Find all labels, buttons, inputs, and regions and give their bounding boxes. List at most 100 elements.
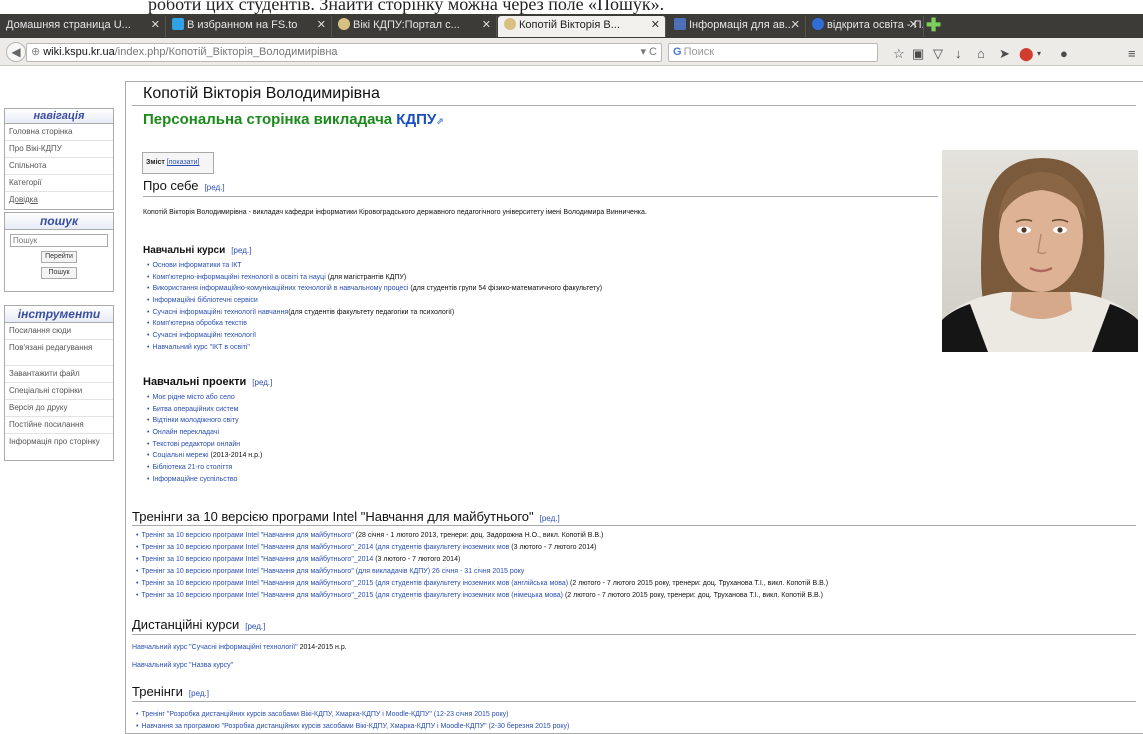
list-item: Тренінг за 10 версією програми Intel "На…: [136, 530, 828, 542]
item-link[interactable]: Битва операційних систем: [152, 406, 238, 413]
table-of-contents: Зміст [показати]: [142, 152, 214, 174]
star-icon[interactable]: ☆: [893, 47, 905, 60]
item-link[interactable]: Тренінг за 10 версією програми Intel "На…: [141, 592, 563, 599]
tools-portlet: інструменти Посилання сюди Пов'язані ред…: [4, 305, 114, 461]
about-paragraph: Копотій Вікторія Володимирівна - виклада…: [143, 209, 647, 216]
item-link[interactable]: Навчання за програмою "Розробка дистанці…: [141, 723, 569, 730]
browser-tab[interactable]: Інформація для ав... ✕: [668, 16, 806, 37]
search-input[interactable]: [10, 234, 108, 247]
sidebar-item-page-info[interactable]: Інформація про сторінку: [5, 434, 113, 460]
sidebar-item-help[interactable]: Довідка: [5, 192, 113, 209]
item-link[interactable]: Тренінг "Розробка дистанційних курсів за…: [141, 711, 508, 718]
edit-link[interactable]: [ред.]: [245, 622, 265, 631]
courses-list: Основи інформатики та ІКТ Комп'ютерно-інф…: [147, 260, 602, 354]
item-link[interactable]: Бібліотека 21-го століття: [152, 464, 232, 471]
item-link[interactable]: Тренінг за 10 версією програми Intel "На…: [141, 532, 353, 539]
send-icon[interactable]: ➤: [999, 47, 1010, 60]
sidebar-item-main-page[interactable]: Головна сторінка: [5, 124, 113, 141]
distance-course-link[interactable]: Навчальний курс "Сучасні інформаційні те…: [132, 644, 298, 651]
list-item: Соціальні мережі (2013-2014 н.р.): [147, 450, 262, 462]
home-icon[interactable]: ⌂: [977, 47, 985, 60]
item-link[interactable]: Відтінки молодіжного світу: [152, 417, 238, 424]
list-item: Комп'ютерна обробка текстів: [147, 318, 602, 330]
item-link[interactable]: Основи інформатики та ІКТ: [152, 262, 241, 269]
item-link[interactable]: Інформаційне суспільство: [152, 476, 237, 483]
go-button[interactable]: Перейти: [41, 251, 77, 263]
back-arrow-icon[interactable]: ◀: [6, 42, 26, 62]
item-link[interactable]: Онлайн перекладачі: [152, 429, 219, 436]
item-link[interactable]: Моє рідне місто або село: [152, 394, 234, 401]
browser-tab[interactable]: В избранном на FS.to ✕: [166, 16, 332, 37]
browser-tab[interactable]: Домашняя страница U... ✕: [0, 16, 166, 37]
list-item: Сучасні інформаційні технології: [147, 330, 602, 342]
close-icon[interactable]: ✕: [791, 16, 800, 35]
heading-text: Дистанційні курси: [132, 617, 240, 632]
search-button[interactable]: Пошук: [41, 267, 77, 279]
item-link[interactable]: Комп'ютерна обробка текстів: [152, 320, 247, 327]
close-icon[interactable]: ✕: [651, 16, 660, 35]
item-link[interactable]: Комп'ютерно-інформаційні технології в ос…: [152, 274, 325, 281]
portlet-title: навігація: [5, 109, 113, 124]
item-link[interactable]: Текстові редактори онлайн: [152, 441, 240, 448]
sidebar-item-permanent-link[interactable]: Постійне посилання: [5, 417, 113, 434]
close-icon[interactable]: ✕: [909, 16, 918, 35]
item-note: (3 лютого - 7 лютого 2014): [373, 556, 461, 563]
close-icon[interactable]: ✕: [482, 16, 491, 35]
menu-icon[interactable]: ≡: [1128, 47, 1136, 60]
pocket-icon[interactable]: ▽: [933, 47, 943, 60]
item-link[interactable]: Сучасні інформаційні технології: [152, 332, 256, 339]
close-icon[interactable]: ✕: [151, 16, 160, 35]
edit-link[interactable]: [ред.]: [205, 183, 225, 192]
list-item: Тренінг за 10 версією програми Intel "На…: [136, 590, 828, 602]
section-heading-intel-trainings: Тренінги за 10 версією програми Intel "Н…: [132, 509, 560, 524]
list-item: Сучасні інформаційні технології навчання…: [147, 307, 602, 319]
item-link[interactable]: Навчальний курс "ІКТ в освіті": [152, 344, 249, 351]
item-link[interactable]: Соціальні мережі: [152, 452, 208, 459]
tab-title: В избранном на FS.to: [187, 19, 298, 31]
item-note: (для магістрантів КДПУ): [325, 273, 407, 281]
item-note: (2 лютого - 7 лютого 2015 року, тренери:…: [568, 580, 829, 587]
browser-tab[interactable]: Вікі КДПУ:Портал с... ✕: [332, 16, 497, 37]
new-tab-plus-icon[interactable]: ✚: [926, 16, 941, 34]
tab-bar: Домашняя страница U... ✕ В избранном на F…: [0, 14, 1143, 38]
distance-course-link[interactable]: Навчальний курс "Назва курсу": [132, 662, 233, 669]
sidebar-item-related-changes[interactable]: Пов'язані редагування: [5, 340, 113, 366]
tab-title: Домашняя страница U...: [6, 19, 131, 31]
chevron-down-icon[interactable]: ▾: [1037, 47, 1041, 60]
reading-list-icon[interactable]: ▣: [912, 47, 924, 60]
item-link[interactable]: Інформаційні бібліотечні сервіси: [152, 297, 257, 304]
portrait-photo: [942, 150, 1138, 352]
sidebar-item-community[interactable]: Спільнота: [5, 158, 113, 175]
browser-tab[interactable]: відкрита освіта - П... ✕: [806, 16, 924, 37]
adblock-icon[interactable]: ⬤: [1019, 47, 1034, 60]
browser-search-input[interactable]: G Поиск: [668, 43, 878, 62]
item-link[interactable]: Використання інформаційно-комунікаційних…: [152, 285, 408, 292]
sidebar-item-printable-version[interactable]: Версія до друку: [5, 400, 113, 417]
sidebar-item-categories[interactable]: Категорії: [5, 175, 113, 192]
url-bar[interactable]: ⊕ wiki.kspu.kr.ua/index.php/Копотій_Вікто…: [26, 43, 662, 62]
item-link[interactable]: Тренінг за 10 версією програми Intel "На…: [141, 568, 524, 575]
kdpu-link[interactable]: КДПУ: [396, 111, 436, 128]
sidebar-item-what-links-here[interactable]: Посилання сюди: [5, 323, 113, 340]
edit-link[interactable]: [ред.]: [252, 378, 272, 387]
item-link[interactable]: Тренінг за 10 версією програми Intel "На…: [141, 544, 509, 551]
fs-icon: [172, 18, 184, 30]
close-icon[interactable]: ✕: [317, 16, 326, 35]
edit-link[interactable]: [ред.]: [189, 689, 209, 698]
edit-link[interactable]: [ред.]: [231, 246, 251, 255]
heading-text: Навчальні проекти: [143, 376, 247, 388]
item-link[interactable]: Тренінг за 10 версією програми Intel "На…: [141, 556, 373, 563]
item-link[interactable]: Тренінг за 10 версією програми Intel "На…: [141, 580, 568, 587]
sidebar-item-upload-file[interactable]: Завантажити файл: [5, 366, 113, 383]
toc-show-link[interactable]: [показати]: [167, 159, 200, 166]
sidebar-item-special-pages[interactable]: Спеціальні сторінки: [5, 383, 113, 400]
chat-icon[interactable]: ●: [1060, 47, 1068, 60]
download-icon[interactable]: ↓: [955, 47, 962, 60]
sidebar-item-about[interactable]: Про Вікі-КДПУ: [5, 141, 113, 158]
edit-link[interactable]: [ред.]: [540, 514, 560, 523]
browser-tab-active[interactable]: Копотій Вікторія В... ✕: [498, 16, 666, 37]
wiki-icon: [504, 18, 516, 30]
reload-icon[interactable]: ▾ C: [640, 44, 657, 61]
distance-course-line: Навчальний курс "Сучасні інформаційні те…: [132, 644, 347, 651]
item-link[interactable]: Сучасні інформаційні технології навчання: [152, 309, 288, 316]
